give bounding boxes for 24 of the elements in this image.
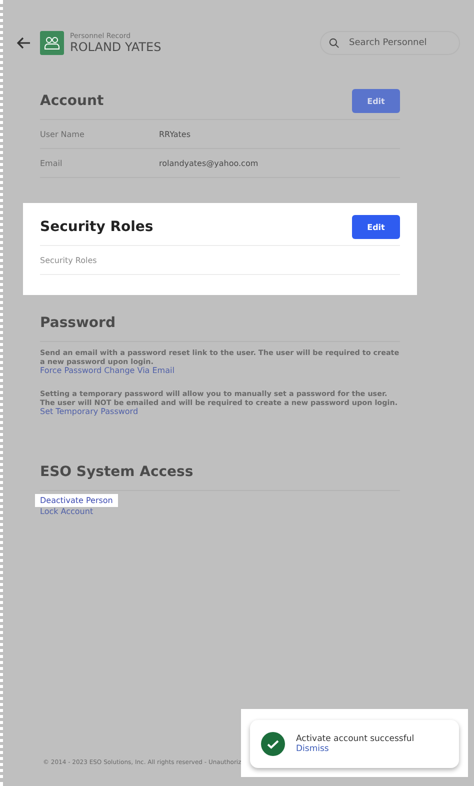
section-heading: Account: [40, 93, 104, 109]
field-label: User Name: [40, 130, 86, 138]
action-link[interactable]: Set Temporary Password: [35, 407, 144, 416]
field-value: RRYates: [159, 130, 191, 138]
search-field[interactable]: Search Personnel: [320, 30, 460, 54]
field-value: rolandyates@yahoo.com: [159, 158, 258, 168]
people-icon: [40, 30, 64, 54]
field-label: Email: [40, 158, 64, 168]
section-heading: ESO System Access: [40, 464, 194, 480]
search-icon: [329, 36, 339, 48]
action-link[interactable]: Lock Account: [35, 507, 98, 516]
edit-button[interactable]: Edit: [352, 89, 400, 113]
check-icon: [261, 732, 285, 756]
section-heading: Password: [40, 315, 116, 331]
section-heading: Security Roles: [40, 219, 154, 235]
field-label: Security Roles: [40, 256, 98, 264]
search-input[interactable]: Search Personnel: [347, 36, 451, 48]
action-link[interactable]: Force Password Change Via Email: [35, 366, 180, 375]
action-link[interactable]: Deactivate Person: [35, 494, 118, 507]
toast-message: Activate account successful: [296, 734, 414, 744]
edit-button[interactable]: Edit: [352, 215, 400, 239]
dismiss-link[interactable]: Dismiss: [296, 744, 329, 754]
back-arrow-icon[interactable]: [17, 36, 31, 48]
person-name: ROLAND YATES: [70, 40, 162, 54]
